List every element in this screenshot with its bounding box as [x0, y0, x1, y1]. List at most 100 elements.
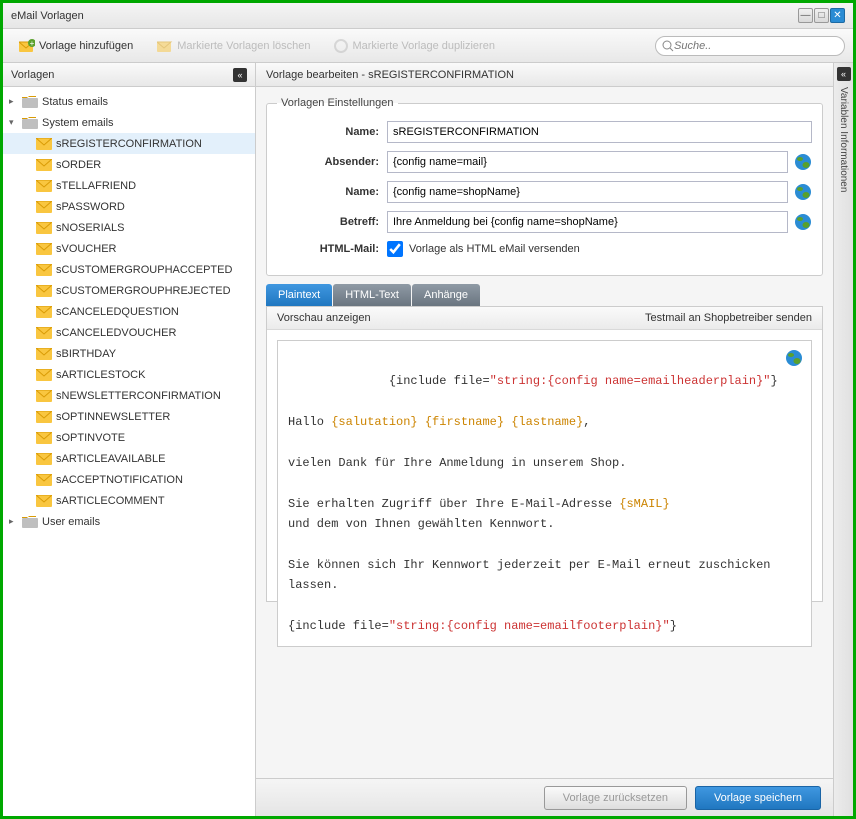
window-title: eMail Vorlagen	[11, 10, 84, 22]
tree-item[interactable]: sTELLAFRIEND	[3, 175, 255, 196]
collapse-sidebar-button[interactable]: «	[233, 68, 247, 82]
folder-icon	[22, 516, 38, 528]
item-label: sVOUCHER	[56, 243, 117, 255]
testmail-link[interactable]: Testmail an Shopbetreiber senden	[645, 312, 812, 324]
tab-htmltext[interactable]: HTML-Text	[333, 284, 411, 306]
mail-duplicate-icon	[334, 39, 348, 53]
delete-templates-label: Markierte Vorlagen löschen	[177, 40, 310, 52]
item-label: sPASSWORD	[56, 201, 125, 213]
expand-icon: ▸	[9, 516, 18, 527]
search-box[interactable]	[655, 36, 845, 56]
shopname-input[interactable]	[387, 181, 788, 203]
globe-icon[interactable]	[794, 183, 812, 201]
mail-icon	[36, 243, 52, 255]
tree-item[interactable]: sARTICLEAVAILABLE	[3, 448, 255, 469]
search-input[interactable]	[674, 40, 838, 52]
globe-icon[interactable]	[785, 349, 803, 367]
tree-item[interactable]: sCUSTOMERGROUPHREJECTED	[3, 280, 255, 301]
item-label: sORDER	[56, 159, 101, 171]
folder-label: Status emails	[42, 96, 108, 108]
label-sender: Absender:	[277, 156, 387, 168]
item-label: sOPTINNEWSLETTER	[56, 411, 170, 423]
maximize-button[interactable]: □	[814, 8, 829, 23]
tree-folder[interactable]: ▾ System emails	[3, 112, 255, 133]
content-tabs: PlaintextHTML-TextAnhänge	[266, 284, 823, 306]
reset-button[interactable]: Vorlage zurücksetzen	[544, 786, 687, 810]
name-input[interactable]	[387, 121, 812, 143]
save-button[interactable]: Vorlage speichern	[695, 786, 821, 810]
tree-item[interactable]: sCANCELEDQUESTION	[3, 301, 255, 322]
mail-icon	[36, 348, 52, 360]
item-label: sARTICLEAVAILABLE	[56, 453, 165, 465]
tree-item[interactable]: sPASSWORD	[3, 196, 255, 217]
svg-text:+: +	[30, 39, 35, 48]
item-label: sARTICLECOMMENT	[56, 495, 165, 507]
mail-icon	[36, 495, 52, 507]
label-subject: Betreff:	[277, 216, 387, 228]
item-label: sNEWSLETTERCONFIRMATION	[56, 390, 221, 402]
plaintext-editor[interactable]: {include file="string:{config name=email…	[277, 340, 812, 647]
tree-item[interactable]: sCANCELEDVOUCHER	[3, 322, 255, 343]
add-template-button[interactable]: + Vorlage hinzufügen	[11, 36, 141, 56]
mail-icon	[36, 222, 52, 234]
tree-item[interactable]: sCUSTOMERGROUPHACCEPTED	[3, 259, 255, 280]
close-button[interactable]: ✕	[830, 8, 845, 23]
tree-item[interactable]: sOPTINNEWSLETTER	[3, 406, 255, 427]
subject-input[interactable]	[387, 211, 788, 233]
folder-label: System emails	[42, 117, 114, 129]
tree-item[interactable]: sNOSERIALS	[3, 217, 255, 238]
tree-folder[interactable]: ▸Status emails	[3, 91, 255, 112]
globe-icon[interactable]	[794, 213, 812, 231]
mail-icon	[36, 327, 52, 339]
item-label: sNOSERIALS	[56, 222, 124, 234]
tree-item[interactable]: sARTICLESTOCK	[3, 364, 255, 385]
sender-input[interactable]	[387, 151, 788, 173]
titlebar: eMail Vorlagen — □ ✕	[3, 3, 853, 29]
folder-label: User emails	[42, 516, 100, 528]
htmlmail-checkbox[interactable]	[387, 241, 403, 257]
folder-icon	[22, 117, 38, 129]
search-icon	[662, 40, 674, 52]
mail-icon	[36, 369, 52, 381]
item-label: sCUSTOMERGROUPHREJECTED	[56, 285, 231, 297]
expand-icon: ▾	[9, 117, 18, 128]
mail-icon	[36, 201, 52, 213]
tree-item[interactable]: sORDER	[3, 154, 255, 175]
tree-item[interactable]: sARTICLECOMMENT	[3, 490, 255, 511]
mail-icon	[36, 474, 52, 486]
mail-icon	[36, 432, 52, 444]
item-label: sREGISTERCONFIRMATION	[56, 138, 202, 150]
sidebar: Vorlagen « ▸Status emails▾System emailss…	[3, 63, 256, 816]
tab-anhnge[interactable]: Anhänge	[412, 284, 480, 306]
mail-icon	[36, 264, 52, 276]
mail-icon	[36, 453, 52, 465]
item-label: sOPTINVOTE	[56, 432, 125, 444]
item-label: sCANCELEDQUESTION	[56, 306, 179, 318]
variables-panel[interactable]: « Variablen Informationen	[833, 63, 853, 816]
globe-icon[interactable]	[794, 153, 812, 171]
mail-icon	[36, 138, 52, 150]
tree-item[interactable]: sOPTINVOTE	[3, 427, 255, 448]
template-tree: ▸Status emails▾System emailssREGISTERCON…	[3, 87, 255, 816]
mail-icon	[36, 390, 52, 402]
mail-icon	[36, 159, 52, 171]
label-name: Name:	[277, 126, 387, 138]
label-name2: Name:	[277, 186, 387, 198]
tree-item[interactable]: sNEWSLETTERCONFIRMATION	[3, 385, 255, 406]
add-template-label: Vorlage hinzufügen	[39, 40, 133, 52]
tree-folder[interactable]: ▸ User emails	[3, 511, 255, 532]
item-label: sACCEPTNOTIFICATION	[56, 474, 183, 486]
minimize-button[interactable]: —	[798, 8, 813, 23]
preview-link[interactable]: Vorschau anzeigen	[277, 312, 371, 324]
tab-plaintext[interactable]: Plaintext	[266, 284, 332, 306]
tree-item[interactable]: sBIRTHDAY	[3, 343, 255, 364]
collapse-right-button[interactable]: «	[837, 67, 851, 81]
variables-panel-title: Variablen Informationen	[838, 87, 849, 192]
duplicate-template-button: Markierte Vorlage duplizieren	[326, 36, 502, 56]
tree-item[interactable]: sACCEPTNOTIFICATION	[3, 469, 255, 490]
item-label: sBIRTHDAY	[56, 348, 116, 360]
item-label: sCUSTOMERGROUPHACCEPTED	[56, 264, 232, 276]
tree-item[interactable]: sREGISTERCONFIRMATION	[3, 133, 255, 154]
tree-item[interactable]: sVOUCHER	[3, 238, 255, 259]
duplicate-template-label: Markierte Vorlage duplizieren	[352, 40, 494, 52]
